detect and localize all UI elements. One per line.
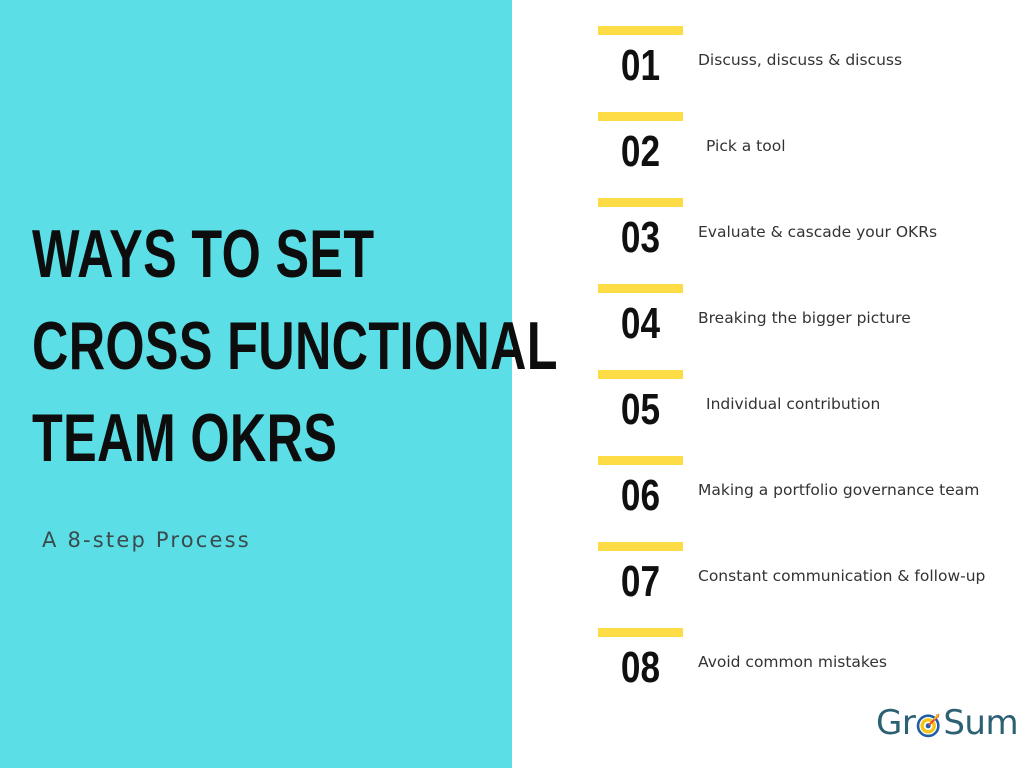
steps-list: 01 Discuss, discuss & discuss 02 Pick a too…	[512, 0, 1024, 768]
page-subtitle: A 8-step Process	[42, 528, 251, 552]
step-divider-dash	[598, 284, 683, 293]
step-item: 07 Constant communication & follow-up	[512, 542, 1024, 626]
step-number: 02	[620, 127, 661, 176]
title-line-1: WAYS TO SET	[32, 216, 375, 292]
step-item: 08 Avoid common mistakes	[512, 628, 1024, 712]
page-title: WAYS TO SET CROSS FUNCTIONAL TEAM OKRS	[32, 208, 558, 484]
step-label: Constant communication & follow-up	[698, 567, 986, 585]
step-number: 07	[620, 557, 661, 606]
logo-text-after: Sum	[943, 703, 1019, 743]
step-label: Discuss, discuss & discuss	[698, 51, 903, 69]
step-label: Breaking the bigger picture	[698, 309, 911, 327]
step-label: Avoid common mistakes	[698, 653, 887, 671]
step-label: Making a portfolio governance team	[698, 481, 980, 499]
step-item: 02 Pick a tool	[512, 112, 1024, 196]
step-item: 04 Breaking the bigger picture	[512, 284, 1024, 368]
title-line-3: TEAM OKRS	[32, 400, 338, 476]
step-divider-dash	[598, 628, 683, 637]
grosum-logo: Gr Sum	[876, 702, 1019, 744]
step-divider-dash	[598, 370, 683, 379]
step-number: 04	[620, 299, 661, 348]
step-number: 06	[620, 471, 661, 520]
step-number: 05	[620, 385, 661, 434]
step-number: 03	[620, 213, 661, 262]
step-divider-dash	[598, 112, 683, 121]
hero-panel: WAYS TO SET CROSS FUNCTIONAL TEAM OKRS A…	[0, 0, 558, 768]
step-item: 05 Individual contribution	[512, 370, 1024, 454]
logo-text-before: Gr	[876, 703, 916, 743]
step-divider-dash	[598, 456, 683, 465]
step-item: 01 Discuss, discuss & discuss	[512, 26, 1024, 110]
step-label: Individual contribution	[706, 395, 881, 413]
target-bullseye-icon	[916, 712, 942, 738]
step-item: 06 Making a portfolio governance team	[512, 456, 1024, 540]
step-number: 08	[620, 643, 661, 692]
infographic-slide: WAYS TO SET CROSS FUNCTIONAL TEAM OKRS A…	[0, 0, 1024, 768]
step-label: Evaluate & cascade your OKRs	[698, 223, 938, 241]
step-divider-dash	[598, 542, 683, 551]
step-number: 01	[620, 41, 661, 90]
step-divider-dash	[598, 26, 683, 35]
step-divider-dash	[598, 198, 683, 207]
step-item: 03 Evaluate & cascade your OKRs	[512, 198, 1024, 282]
title-line-2: CROSS FUNCTIONAL	[32, 308, 558, 384]
step-label: Pick a tool	[706, 137, 786, 155]
